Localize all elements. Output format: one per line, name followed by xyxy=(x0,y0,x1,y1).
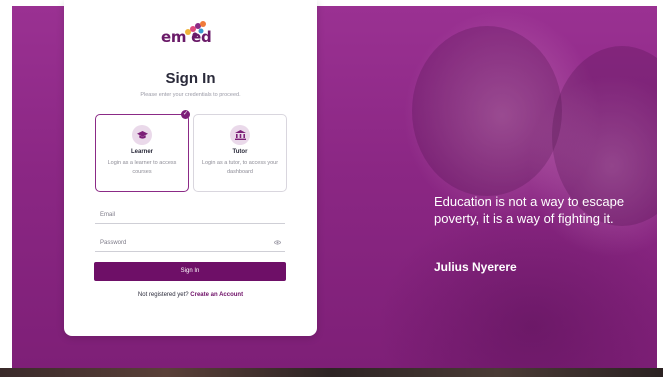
role-card-tutor[interactable]: Tutor Login as a tutor, to access your d… xyxy=(193,114,287,192)
create-account-link[interactable]: Create an Account xyxy=(190,292,243,298)
email-field[interactable]: Email xyxy=(95,209,285,224)
email-placeholder: Email xyxy=(100,212,116,218)
register-row: Not registered yet? Create an Account xyxy=(64,292,317,298)
password-field[interactable]: Password xyxy=(95,237,285,252)
institution-icon xyxy=(230,125,250,145)
password-placeholder: Password xyxy=(100,240,127,246)
hero-quote-author: Julius Nyerere xyxy=(434,260,517,274)
brand-logo: em ed xyxy=(161,20,221,50)
sign-in-button[interactable]: Sign In xyxy=(94,262,286,281)
hero-quote: Education is not a way to escape poverty… xyxy=(434,194,625,226)
checkmark-icon: ✓ xyxy=(181,110,190,119)
logo-mark-icon xyxy=(185,21,206,38)
role-title-learner: Learner xyxy=(130,149,153,155)
taskbar-strip xyxy=(0,368,663,377)
role-title-tutor: Tutor xyxy=(232,149,248,155)
page-subtitle: Please enter your credentials to proceed… xyxy=(140,92,241,98)
role-card-learner[interactable]: Learner Login as a learner to access cou… xyxy=(95,114,189,192)
register-prompt: Not registered yet? xyxy=(137,292,189,298)
page-title: Sign In xyxy=(165,70,216,87)
hero-photo-figure-left xyxy=(412,26,562,196)
role-description-tutor: Login as a tutor, to access your dashboa… xyxy=(201,160,279,175)
graduation-cap-icon xyxy=(132,125,152,145)
role-description-learner: Login as a learner to access courses xyxy=(107,160,177,175)
eye-icon[interactable] xyxy=(273,240,282,247)
